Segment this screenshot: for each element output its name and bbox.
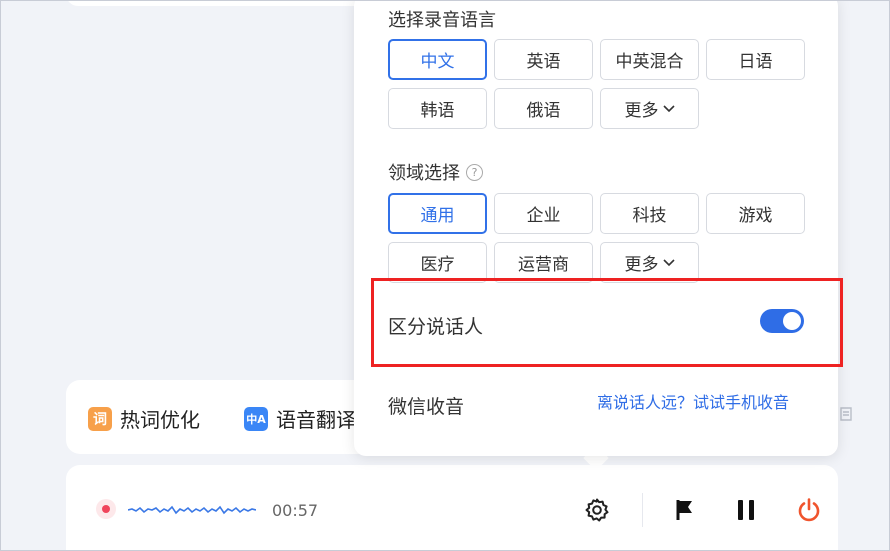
recording-bar: 00:57 [66,465,838,551]
flag-icon [676,500,692,520]
chevron-down-icon [662,104,675,112]
waveform [128,505,256,515]
toolbar-divider [642,493,643,527]
pause-icon [738,500,754,520]
language-option-chinese[interactable]: 中文 [388,39,487,80]
language-option-japanese[interactable]: 日语 [706,39,805,80]
phone-capture-link[interactable]: 离说话人远？试试手机收音 [597,389,789,413]
hotword-icon: 词 [88,406,112,431]
pause-button[interactable] [731,495,761,525]
gear-icon [585,498,609,522]
highlight-box [371,278,843,367]
chevron-down-icon [662,258,675,266]
language-option-mixed[interactable]: 中英混合 [600,39,699,80]
language-option-korean[interactable]: 韩语 [388,88,487,129]
language-more-label: 更多 [624,101,659,121]
language-options: 中文 英语 中英混合 日语 韩语 俄语 更多 [388,39,805,129]
domain-option-carrier[interactable]: 运营商 [494,242,593,283]
recording-indicator [96,499,116,519]
help-icon[interactable]: ? [466,163,483,181]
domain-more-label: 更多 [624,255,659,275]
power-icon [798,498,820,522]
translate-button[interactable]: 中A 语音翻译 [244,404,356,433]
domain-more-button[interactable]: 更多 [600,242,699,283]
translate-icon: 中A [244,406,268,431]
domain-options: 通用 企业 科技 游戏 医疗 运营商 更多 [388,193,805,283]
domain-option-enterprise[interactable]: 企业 [494,193,593,234]
domain-option-medical[interactable]: 医疗 [388,242,487,283]
domain-option-game[interactable]: 游戏 [706,193,805,234]
language-option-russian[interactable]: 俄语 [494,88,593,129]
translate-label: 语音翻译 [276,408,356,432]
domain-option-general[interactable]: 通用 [388,193,487,234]
hotword-label: 热词优化 [120,408,200,432]
language-section-title: 选择录音语言 [388,6,496,32]
settings-popup: 选择录音语言 中文 英语 中英混合 日语 韩语 俄语 更多 领域选择 ? 通用 … [354,0,838,456]
hotword-button[interactable]: 词 热词优化 [88,404,200,433]
settings-button[interactable] [582,495,612,525]
wechat-label: 微信收音 [388,396,465,418]
domain-title: 领域选择 [388,163,460,184]
mark-button[interactable] [670,495,700,525]
domain-section-title: 领域选择 ? [388,159,483,185]
domain-option-tech[interactable]: 科技 [600,193,699,234]
stop-button[interactable] [794,495,824,525]
recording-time: 00:57 [272,501,319,520]
language-title: 选择录音语言 [388,10,496,31]
write-icon[interactable] [839,406,853,426]
language-more-button[interactable]: 更多 [600,88,699,129]
language-option-english[interactable]: 英语 [494,39,593,80]
